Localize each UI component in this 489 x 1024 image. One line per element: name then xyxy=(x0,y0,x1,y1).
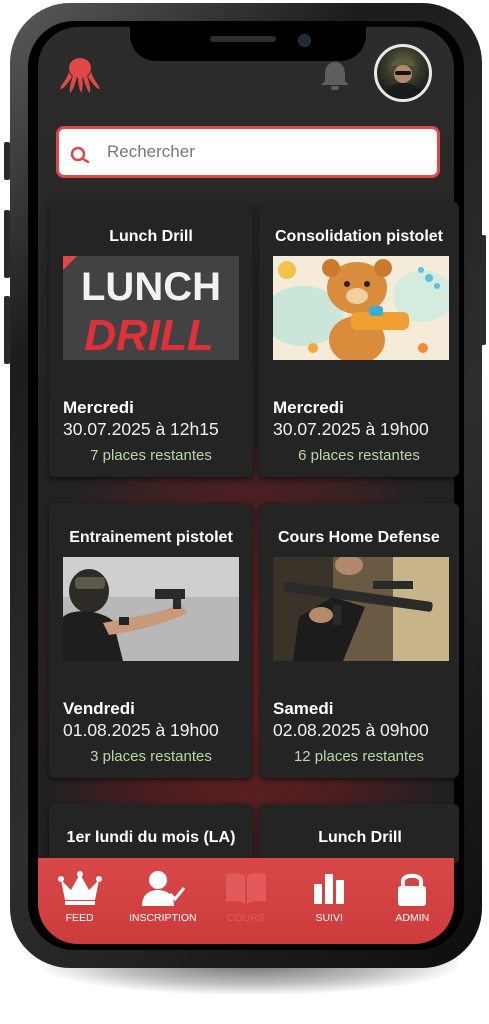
nav-label: COURS xyxy=(227,912,265,924)
course-day: Mercredi xyxy=(273,398,344,417)
course-date: 01.08.2025 à 19h00 xyxy=(63,720,219,740)
course-card[interactable]: Lunch Drill LUNCH DRILL Mercredi 30.07.2… xyxy=(49,202,253,477)
course-places: 7 places restantes xyxy=(90,447,212,464)
course-title: Entrainement pistolet xyxy=(69,529,233,546)
course-date: 02.08.2025 à 09h00 xyxy=(273,720,429,740)
course-title: Cours Home Defense xyxy=(278,529,440,546)
nav-item-cours[interactable]: COURS xyxy=(206,858,286,944)
nav-item-suivi[interactable]: SUIVI xyxy=(289,858,369,944)
book-icon xyxy=(225,872,266,904)
search-icon xyxy=(70,146,90,163)
nav-item-feed[interactable]: FEED xyxy=(40,858,120,944)
octopus-logo-icon[interactable] xyxy=(58,55,102,95)
course-image xyxy=(63,557,239,661)
nav-item-admin[interactable]: ADMIN xyxy=(372,858,452,944)
course-card[interactable]: 1er lundi du mois (LA) xyxy=(49,804,253,864)
nav-label: SUIVI xyxy=(315,912,343,924)
course-day: Mercredi xyxy=(63,398,134,417)
course-day: Samedi xyxy=(273,699,334,718)
course-places: 6 places restantes xyxy=(298,447,420,464)
bell-icon[interactable] xyxy=(318,60,352,92)
bar-chart-icon xyxy=(314,874,345,904)
nav-label: INSCRIPTION xyxy=(128,912,197,924)
search-bar[interactable] xyxy=(56,126,440,178)
nav-item-inscription[interactable]: INSCRIPTION xyxy=(123,858,203,944)
course-card[interactable]: Consolidation pistolet Mercredi 30.07.20… xyxy=(259,202,459,477)
course-title: Consolidation pistolet xyxy=(275,228,443,245)
course-card[interactable]: Lunch Drill xyxy=(259,804,459,864)
user-photo-icon xyxy=(383,59,423,99)
course-image xyxy=(273,557,449,661)
course-places: 3 places restantes xyxy=(90,748,212,765)
front-camera xyxy=(298,34,311,47)
nav-label: ADMIN xyxy=(395,912,430,924)
image-text-lunch: LUNCH xyxy=(81,265,221,309)
notch xyxy=(130,27,366,61)
bottom-nav: FEED INSCRIPTION COURS SUIVI ADMIN xyxy=(38,858,454,944)
course-title: 1er lundi du mois (LA) xyxy=(66,829,236,846)
search-input[interactable] xyxy=(105,141,399,163)
course-day: Vendredi xyxy=(63,699,135,718)
course-image xyxy=(273,256,449,360)
crown-icon xyxy=(57,871,102,905)
user-check-icon xyxy=(141,871,185,906)
nav-label: FEED xyxy=(65,912,94,924)
course-image: LUNCH DRILL xyxy=(63,256,239,360)
course-places: 12 places restantes xyxy=(293,748,425,765)
image-text-drill: DRILL xyxy=(84,311,214,360)
course-card[interactable]: Entrainement pistolet Vendredi 01.08.202… xyxy=(49,503,253,778)
course-card[interactable]: Cours Home Defense Samedi 02.08.2025 à 0… xyxy=(259,503,459,778)
course-title: Lunch Drill xyxy=(109,228,193,245)
course-title: Lunch Drill xyxy=(318,829,402,846)
course-date: 30.07.2025 à 19h00 xyxy=(273,419,429,439)
lock-icon xyxy=(398,873,427,906)
course-date: 30.07.2025 à 12h15 xyxy=(63,419,219,439)
speaker xyxy=(210,36,276,42)
avatar[interactable] xyxy=(374,44,432,102)
